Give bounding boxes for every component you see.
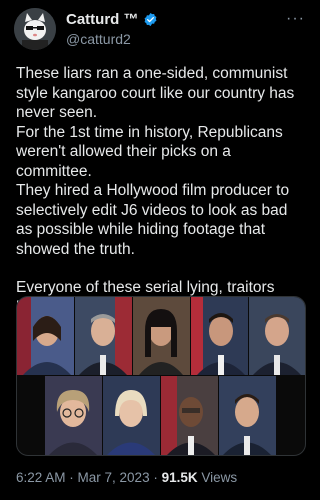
portrait-photo[interactable] [191,297,248,375]
verified-badge-icon [144,12,156,26]
display-name[interactable]: Catturd ™ [66,11,139,28]
meta-separator: · [65,470,78,485]
tweet-line: These liars ran a one-sided, communist s… [16,65,295,121]
portrait-photo[interactable] [219,376,276,455]
photo-collage[interactable] [16,296,306,456]
views-count: 91.5K [161,470,198,485]
portrait-photo[interactable] [103,376,160,455]
more-horizontal-icon[interactable]: ··· [286,10,305,28]
portrait-photo[interactable] [17,297,74,375]
tweet-text: These liars ran a one-sided, communist s… [16,64,308,317]
views-label: Views [197,470,238,485]
tweet-line: They hired a Hollywood film producer to … [16,182,290,258]
avatar[interactable] [14,8,56,50]
portrait-photo[interactable] [133,297,190,375]
portrait-photo[interactable] [249,297,305,375]
handle[interactable]: @catturd2 [66,31,158,47]
portrait-photo[interactable] [161,376,218,455]
meta-separator: · [149,470,162,485]
tweet-line: For the 1st time in history, Republicans… [16,123,283,180]
portrait-photo[interactable] [45,376,102,455]
cat-avatar-icon [14,8,56,50]
tweet-meta: 6:22 AM · Mar 7, 2023 · 91.5K Views [16,470,237,485]
tweet-header: Catturd ™ @catturd2 ··· [0,0,319,58]
tweet-date[interactable]: Mar 7, 2023 [78,470,150,485]
portrait-photo[interactable] [75,297,132,375]
tweet-time[interactable]: 6:22 AM [16,470,66,485]
